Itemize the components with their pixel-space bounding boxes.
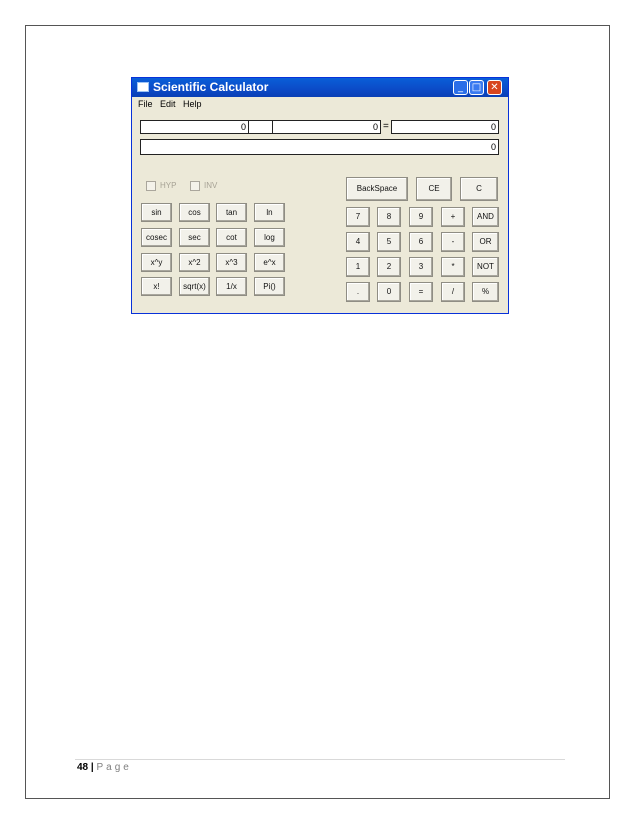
hyp-box[interactable] (146, 181, 156, 191)
close-button[interactable]: ✕ (487, 80, 502, 95)
operand1-display: 0 (140, 120, 249, 134)
inv-label: INV (204, 181, 218, 191)
operator-display (248, 120, 273, 134)
button-cos[interactable]: cos (179, 203, 210, 222)
button-minus[interactable]: - (441, 232, 465, 252)
hyp-label: HYP (160, 181, 177, 191)
menu-help[interactable]: Help (183, 99, 202, 109)
page-label: Page (96, 762, 132, 773)
window-title: Scientific Calculator (153, 80, 269, 94)
menu-edit[interactable]: Edit (160, 99, 176, 109)
button-tan[interactable]: tan (216, 203, 247, 222)
button-x[interactable]: x! (141, 277, 172, 296)
button-sqrt-x[interactable]: sqrt(x) (179, 277, 210, 296)
title-bar[interactable]: Scientific Calculator _ □ ✕ (132, 78, 508, 97)
hyp-checkbox[interactable]: HYP (146, 181, 176, 191)
button-log[interactable]: log (254, 228, 285, 247)
button-multiply[interactable]: * (441, 257, 465, 277)
button-7[interactable]: 7 (346, 207, 370, 227)
equals-label: = (383, 121, 389, 132)
button-ln[interactable]: ln (254, 203, 285, 222)
button-equals[interactable]: = (409, 282, 433, 302)
result-display: 0 (391, 120, 499, 134)
button-cosec[interactable]: cosec (141, 228, 172, 247)
minimize-button[interactable]: _ (453, 80, 468, 95)
button-sec[interactable]: sec (179, 228, 210, 247)
button-percent[interactable]: % (472, 282, 499, 302)
button-decimal[interactable]: . (346, 282, 370, 302)
button-9[interactable]: 9 (409, 207, 433, 227)
button-3[interactable]: 3 (409, 257, 433, 277)
button-ce[interactable]: CE (416, 177, 452, 201)
inv-box[interactable] (190, 181, 200, 191)
footer-divider (75, 759, 565, 760)
inv-checkbox[interactable]: INV (190, 181, 217, 191)
button-pi[interactable]: Pi() (254, 277, 285, 296)
button-c[interactable]: C (460, 177, 498, 201)
button-divide[interactable]: / (441, 282, 465, 302)
button-0[interactable]: 0 (377, 282, 401, 302)
button-1-x[interactable]: 1/x (216, 277, 247, 296)
button-6[interactable]: 6 (409, 232, 433, 252)
button-x-3[interactable]: x^3 (216, 253, 247, 272)
page-number: 48 (77, 762, 89, 773)
footer-separator: | (90, 762, 94, 773)
operand2-display: 0 (272, 120, 381, 134)
menu-bar: File Edit Help (132, 97, 508, 112)
button-cot[interactable]: cot (216, 228, 247, 247)
maximize-button[interactable]: □ (469, 80, 484, 95)
button-4[interactable]: 4 (346, 232, 370, 252)
main-display[interactable]: 0 (140, 139, 499, 155)
button-sin[interactable]: sin (141, 203, 172, 222)
button-5[interactable]: 5 (377, 232, 401, 252)
button-not[interactable]: NOT (472, 257, 499, 277)
button-plus[interactable]: + (441, 207, 465, 227)
button-and[interactable]: AND (472, 207, 499, 227)
button-2[interactable]: 2 (377, 257, 401, 277)
button-x-y[interactable]: x^y (141, 253, 172, 272)
button-e-x[interactable]: e^x (254, 253, 285, 272)
button-x-2[interactable]: x^2 (179, 253, 210, 272)
button-or[interactable]: OR (472, 232, 499, 252)
menu-file[interactable]: File (138, 99, 153, 109)
button-8[interactable]: 8 (377, 207, 401, 227)
page-footer: 48 | Page (77, 762, 132, 773)
app-icon (137, 82, 149, 92)
button-backspace[interactable]: BackSpace (346, 177, 408, 201)
button-1[interactable]: 1 (346, 257, 370, 277)
calculator-window: Scientific Calculator _ □ ✕ File Edit He… (131, 77, 509, 314)
